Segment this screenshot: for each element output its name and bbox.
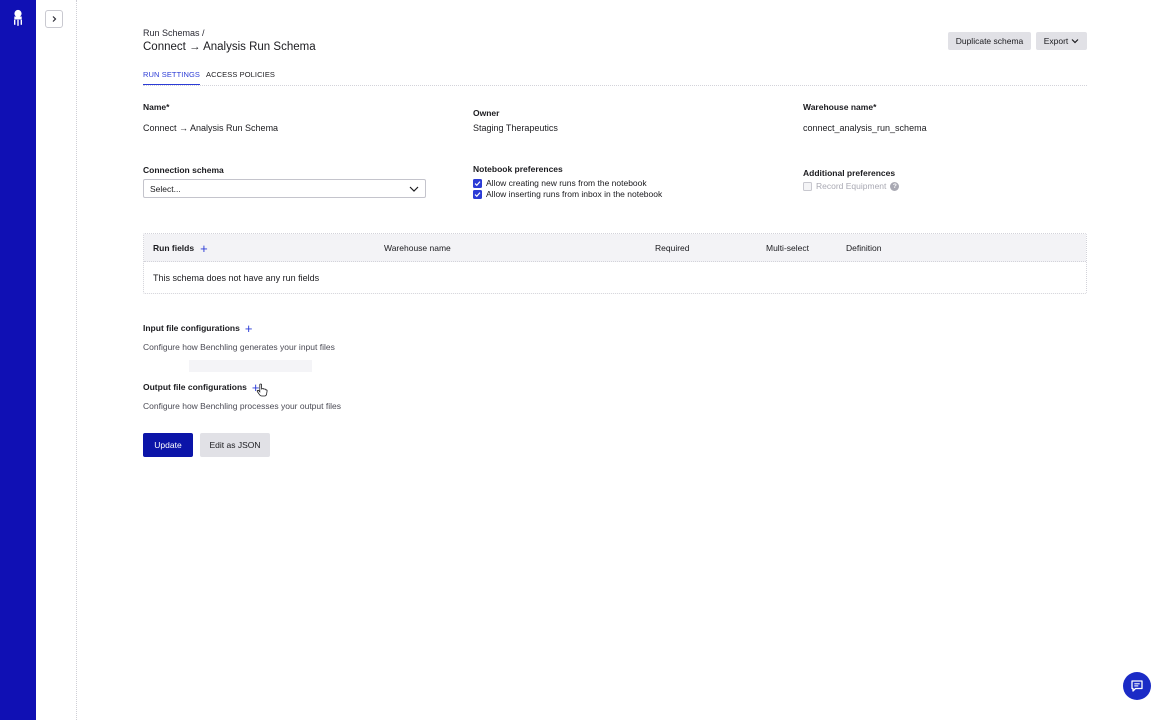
warehouse-name-value: connect_analysis_run_schema bbox=[803, 123, 927, 133]
notebook-preferences-label: Notebook preferences bbox=[473, 164, 563, 174]
checkbox-unchecked-icon[interactable] bbox=[803, 181, 812, 191]
owner-value: Staging Therapeutics bbox=[473, 123, 558, 133]
breadcrumb[interactable]: Run Schemas / bbox=[143, 28, 205, 38]
notebook-option-insert-runs[interactable]: Allow inserting runs from inbox in the n… bbox=[473, 189, 662, 199]
warehouse-name-label: Warehouse name* bbox=[803, 102, 877, 112]
hand-cursor-icon bbox=[256, 383, 268, 397]
tab-bar: RUN SETTINGS ACCESS POLICIES bbox=[143, 70, 1087, 86]
page-title: Connect → Analysis Run Schema bbox=[143, 41, 316, 53]
chevron-down-icon bbox=[1071, 39, 1079, 44]
chevron-down-icon bbox=[409, 186, 419, 192]
add-run-field-icon[interactable]: + bbox=[200, 242, 208, 255]
name-label: Name* bbox=[143, 102, 170, 112]
column-warehouse-name: Warehouse name bbox=[384, 243, 451, 253]
connection-schema-value: Select... bbox=[150, 183, 181, 194]
record-equipment-label: Record Equipment bbox=[816, 181, 887, 191]
update-button[interactable]: Update bbox=[143, 433, 193, 457]
connection-schema-select[interactable]: Select... bbox=[143, 179, 426, 198]
column-label: Run fields bbox=[153, 243, 195, 253]
loading-placeholder bbox=[189, 360, 312, 372]
section-title-label: Output file configurations bbox=[143, 382, 247, 392]
notebook-option-label: Allow inserting runs from inbox in the n… bbox=[486, 189, 663, 199]
main-content: Run Schemas / Connect → Analysis Run Sch… bbox=[77, 0, 1154, 720]
checkbox-checked-icon[interactable] bbox=[473, 178, 482, 188]
notebook-option-create-runs[interactable]: Allow creating new runs from the noteboo… bbox=[473, 178, 647, 188]
export-label: Export bbox=[1043, 36, 1069, 46]
add-input-config-icon[interactable]: + bbox=[245, 322, 253, 335]
chat-support-button[interactable] bbox=[1123, 672, 1151, 700]
name-value: Connect → Analysis Run Schema bbox=[143, 123, 279, 133]
input-file-config-description: Configure how Benchling generates your i… bbox=[143, 342, 335, 352]
output-file-config-description: Configure how Benchling processes your o… bbox=[143, 401, 341, 411]
app-sidebar bbox=[0, 0, 36, 720]
owner-label: Owner bbox=[473, 108, 500, 118]
tab-run-settings[interactable]: RUN SETTINGS bbox=[143, 70, 201, 85]
column-definition: Definition bbox=[846, 243, 882, 253]
chat-icon bbox=[1131, 680, 1143, 692]
export-button[interactable]: Export bbox=[1036, 32, 1087, 50]
section-title-label: Input file configurations bbox=[143, 323, 240, 333]
column-required: Required bbox=[655, 243, 690, 253]
chevron-right-icon bbox=[52, 16, 57, 22]
collapsed-panel bbox=[36, 0, 77, 720]
tab-access-policies[interactable]: ACCESS POLICIES bbox=[206, 70, 275, 84]
column-multi-select: Multi-select bbox=[766, 243, 809, 253]
notebook-option-label: Allow creating new runs from the noteboo… bbox=[486, 178, 647, 188]
connection-schema-label: Connection schema bbox=[143, 165, 224, 175]
input-file-config-title: Input file configurations + bbox=[143, 322, 253, 335]
additional-preferences-label: Additional preferences bbox=[803, 168, 896, 178]
output-file-config-title: Output file configurations + bbox=[143, 381, 259, 394]
empty-table-message: This schema does not have any run fields bbox=[153, 273, 320, 283]
table-header: Run fields + Warehouse name Required Mul… bbox=[144, 234, 1086, 262]
run-fields-table: Run fields + Warehouse name Required Mul… bbox=[143, 233, 1087, 294]
help-icon[interactable]: ? bbox=[890, 181, 900, 191]
benchling-logo-icon[interactable] bbox=[11, 9, 25, 27]
edit-as-json-button[interactable]: Edit as JSON bbox=[200, 433, 270, 457]
checkbox-checked-icon[interactable] bbox=[473, 189, 482, 199]
duplicate-schema-button[interactable]: Duplicate schema bbox=[948, 32, 1031, 50]
column-run-fields: Run fields + bbox=[153, 242, 208, 255]
expand-panel-button[interactable] bbox=[45, 10, 63, 28]
record-equipment-option[interactable]: Record Equipment ? bbox=[803, 181, 900, 191]
